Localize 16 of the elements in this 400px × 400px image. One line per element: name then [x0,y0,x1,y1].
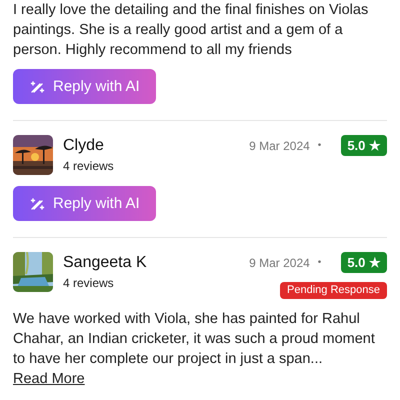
reply-with-ai-button[interactable]: Reply with AI [13,186,156,221]
status-badge: Pending Response [280,282,387,299]
read-more-link[interactable]: Read More [13,371,85,387]
review-text: I really love the detailing and the final finishes on Violas paintings. She is a really good artist and a gem of a person. Highly recommend to all my friends [13,1,370,60]
review-count: 4 reviews [63,275,115,292]
review-date: 9 Mar 2024 [249,256,310,270]
review-date: 9 Mar 2024 [249,138,310,152]
reviewer-name: Sangeeta K [63,253,148,273]
review-text: We have worked with Viola, she has painted for Rahul Chahar, an Indian cricketer, it was such a proud moment to have her complete our project in just a span... Read More [13,310,376,389]
rating-badge: 5.0 ★ [341,252,387,273]
rating-badge: 5.0 ★ [341,135,387,156]
separator-dot: • [318,257,322,268]
reviewer-name: Clyde [63,136,105,156]
separator-dot: • [318,140,322,151]
reply-with-ai-button[interactable]: Reply with AI [13,69,156,104]
review-count: 4 reviews [63,158,115,175]
